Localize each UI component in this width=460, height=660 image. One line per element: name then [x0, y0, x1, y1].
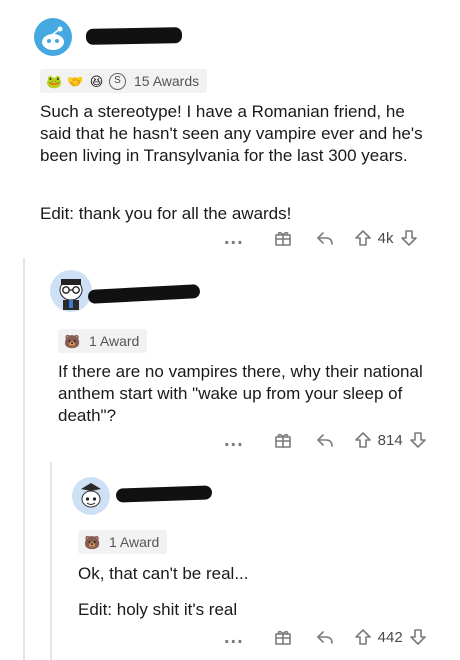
reply-icon	[316, 434, 333, 447]
gift-icon	[274, 231, 291, 246]
more-options-button[interactable]: ...	[224, 430, 244, 450]
downvote-button[interactable]	[400, 229, 418, 247]
comment-edit: Edit: thank you for all the awards!	[40, 204, 292, 223]
comment-actions: ... 814	[224, 427, 427, 453]
comment-body: Ok, that can't be real...	[78, 564, 249, 583]
vote-score: 442	[377, 628, 403, 646]
vote-score: 814	[377, 431, 403, 449]
upvote-button[interactable]	[354, 431, 372, 449]
reply-button[interactable]	[316, 628, 334, 646]
vote-score: 4k	[377, 229, 394, 247]
gift-icon	[274, 433, 291, 448]
upvote-icon	[354, 629, 371, 645]
gift-icon	[274, 630, 291, 645]
reply-icon	[316, 232, 333, 245]
thread-line-level-1[interactable]	[23, 258, 25, 660]
upvote-button[interactable]	[354, 229, 372, 247]
award-bar[interactable]: 🐸 🤝 😆 S 15 Awards	[40, 69, 208, 93]
upvote-icon	[354, 432, 371, 448]
user-avatar[interactable]	[34, 18, 72, 56]
award-count: 15 Awards	[134, 73, 200, 89]
downvote-icon	[409, 432, 426, 448]
upvote-button[interactable]	[354, 628, 372, 646]
give-award-button[interactable]	[274, 628, 292, 646]
award-count: 1 Award	[89, 333, 140, 349]
username-redacted[interactable]	[115, 485, 213, 503]
comment-body: If there are no vampires there, why thei…	[58, 362, 428, 425]
reddit-avatar-icon	[42, 26, 64, 50]
award-count: 1 Award	[109, 534, 160, 550]
reply-button[interactable]	[316, 431, 334, 449]
award-bar[interactable]: 🐻 1 Award	[78, 530, 168, 554]
give-award-button[interactable]	[274, 229, 292, 247]
username-redacted[interactable]	[85, 27, 183, 45]
user-avatar[interactable]	[50, 270, 92, 312]
wholesome-award-icon: 🐸	[46, 73, 63, 89]
more-options-button[interactable]: ...	[224, 627, 244, 647]
reply-button[interactable]	[316, 229, 334, 247]
comment-actions: ... 4k	[224, 225, 418, 251]
downvote-icon	[409, 629, 426, 645]
award-bar[interactable]: 🐻 1 Award	[58, 329, 148, 353]
downvote-icon	[400, 230, 417, 246]
give-award-button[interactable]	[274, 431, 292, 449]
laughing-award-icon: 😆	[89, 73, 104, 89]
snoo-avatar-icon	[59, 279, 83, 310]
comment-actions: ... 442	[224, 624, 427, 650]
user-avatar[interactable]	[72, 477, 110, 515]
helpful-award-icon: 🤝	[67, 73, 84, 89]
comment-body: Such a stereotype! I have a Romanian fri…	[40, 102, 428, 165]
silver-award-icon: S	[109, 72, 126, 90]
upvote-icon	[354, 230, 371, 246]
comment-edit: Edit: holy shit it's real	[78, 600, 238, 619]
downvote-button[interactable]	[409, 431, 427, 449]
reply-icon	[316, 631, 333, 644]
award-icon: 🐻	[64, 333, 81, 349]
more-options-button[interactable]: ...	[224, 228, 244, 248]
username-redacted[interactable]	[87, 284, 201, 304]
snoo-avatar-icon	[81, 483, 101, 508]
thread-line-level-2[interactable]	[50, 462, 52, 660]
award-icon: 🐻	[84, 534, 101, 550]
downvote-button[interactable]	[409, 628, 427, 646]
